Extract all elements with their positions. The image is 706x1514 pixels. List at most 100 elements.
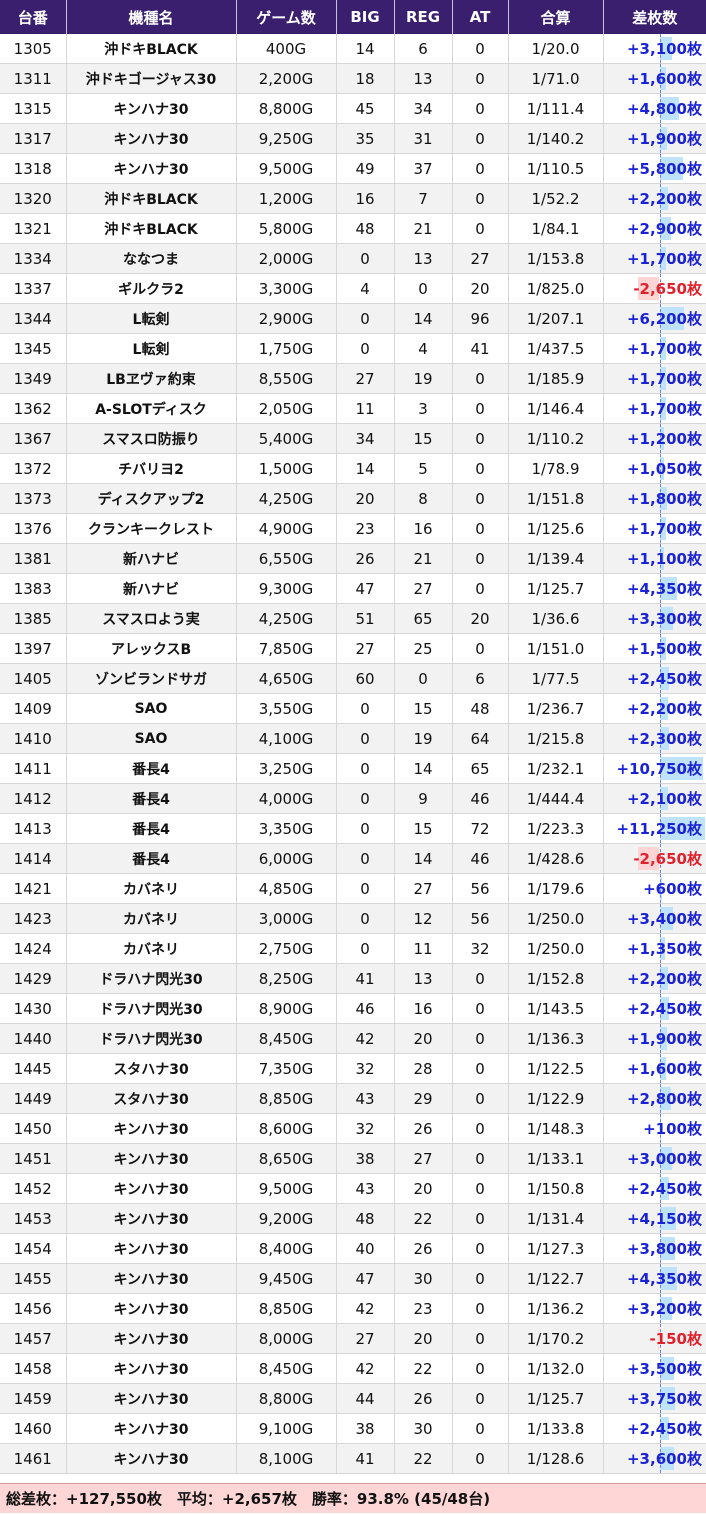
games-cell: 4,000G: [236, 783, 337, 814]
diff-cell: +3,800枚: [603, 1233, 706, 1264]
machine-no-cell: 1456: [0, 1293, 67, 1324]
machine-no-cell: 1411: [0, 753, 67, 784]
table-row: 1455 キンハナ30 9,450G 47 30 0 1/122.7 +4,350枚: [0, 1263, 706, 1294]
big-cell: 51: [336, 603, 395, 634]
games-cell: 4,900G: [236, 513, 337, 544]
machine-no-cell: 1450: [0, 1113, 67, 1144]
games-cell: 1,200G: [236, 183, 337, 214]
model-name-cell: キンハナ30: [66, 123, 237, 154]
reg-cell: 11: [394, 933, 453, 964]
diff-cell: +4,150枚: [603, 1203, 706, 1234]
reg-cell: 15: [394, 423, 453, 454]
combined-cell: 1/151.8: [508, 483, 604, 514]
machine-no-cell: 1385: [0, 603, 67, 634]
diff-cell: +3,400枚: [603, 903, 706, 934]
header-diff: 差枚数: [603, 0, 706, 34]
machine-no-cell: 1315: [0, 93, 67, 124]
games-cell: 8,450G: [236, 1023, 337, 1054]
model-name-cell: キンハナ30: [66, 1173, 237, 1204]
at-cell: 96: [452, 303, 509, 334]
at-cell: 41: [452, 333, 509, 364]
table-row: 1458 キンハナ30 8,450G 42 22 0 1/132.0 +3,500枚: [0, 1353, 706, 1384]
table-row: 1450 キンハナ30 8,600G 32 26 0 1/148.3 +100枚: [0, 1113, 706, 1144]
machine-no-cell: 1424: [0, 933, 67, 964]
games-cell: 1,750G: [236, 333, 337, 364]
machine-no-cell: 1459: [0, 1383, 67, 1414]
combined-cell: 1/36.6: [508, 603, 604, 634]
reg-cell: 30: [394, 1413, 453, 1444]
big-cell: 0: [336, 903, 395, 934]
reg-cell: 29: [394, 1083, 453, 1114]
reg-cell: 16: [394, 513, 453, 544]
combined-cell: 1/444.4: [508, 783, 604, 814]
machine-no-cell: 1440: [0, 1023, 67, 1054]
diff-cell: +1,700枚: [603, 513, 706, 544]
diff-cell: +1,050枚: [603, 453, 706, 484]
combined-cell: 1/127.3: [508, 1233, 604, 1264]
combined-cell: 1/125.7: [508, 1383, 604, 1414]
combined-cell: 1/133.1: [508, 1143, 604, 1174]
big-cell: 0: [336, 243, 395, 274]
reg-cell: 21: [394, 213, 453, 244]
diff-cell: +1,500枚: [603, 633, 706, 664]
machine-no-cell: 1458: [0, 1353, 67, 1384]
diff-value: +1,700枚: [626, 340, 702, 358]
combined-cell: 1/133.8: [508, 1413, 604, 1444]
at-cell: 0: [452, 93, 509, 124]
games-cell: 9,450G: [236, 1263, 337, 1294]
reg-cell: 14: [394, 303, 453, 334]
machine-no-cell: 1317: [0, 123, 67, 154]
games-cell: 8,850G: [236, 1293, 337, 1324]
big-cell: 0: [336, 333, 395, 364]
reg-cell: 7: [394, 183, 453, 214]
combined-cell: 1/52.2: [508, 183, 604, 214]
reg-cell: 27: [394, 873, 453, 904]
games-cell: 9,300G: [236, 573, 337, 604]
combined-cell: 1/122.9: [508, 1083, 604, 1114]
diff-value: +2,900枚: [626, 220, 702, 238]
at-cell: 0: [452, 153, 509, 184]
reg-cell: 9: [394, 783, 453, 814]
model-name-cell: スタハナ30: [66, 1083, 237, 1114]
model-name-cell: キンハナ30: [66, 1233, 237, 1264]
at-cell: 72: [452, 813, 509, 844]
diff-value: +2,200枚: [626, 700, 702, 718]
diff-cell: +5,800枚: [603, 153, 706, 184]
reg-cell: 27: [394, 1143, 453, 1174]
model-name-cell: 番長4: [66, 753, 237, 784]
machine-no-cell: 1429: [0, 963, 67, 994]
big-cell: 27: [336, 1323, 395, 1354]
games-cell: 4,250G: [236, 483, 337, 514]
combined-cell: 1/125.6: [508, 513, 604, 544]
diff-value: +3,500枚: [626, 1360, 702, 1378]
machine-no-cell: 1383: [0, 573, 67, 604]
model-name-cell: ドラハナ閃光30: [66, 963, 237, 994]
machine-no-cell: 1334: [0, 243, 67, 274]
table-row: 1461 キンハナ30 8,100G 41 22 0 1/128.6 +3,600枚: [0, 1443, 706, 1474]
machine-no-cell: 1430: [0, 993, 67, 1024]
reg-cell: 13: [394, 63, 453, 94]
table-row: 1345 L転剣 1,750G 0 4 41 1/437.5 +1,700枚: [0, 333, 706, 364]
at-cell: 0: [452, 543, 509, 574]
combined-cell: 1/78.9: [508, 453, 604, 484]
reg-cell: 13: [394, 243, 453, 274]
games-cell: 7,350G: [236, 1053, 337, 1084]
big-cell: 14: [336, 34, 395, 64]
diff-value: +4,350枚: [626, 1270, 702, 1288]
combined-cell: 1/215.8: [508, 723, 604, 754]
big-cell: 45: [336, 93, 395, 124]
table-row: 1409 SAO 3,550G 0 15 48 1/236.7 +2,200枚: [0, 693, 706, 724]
model-name-cell: SAO: [66, 723, 237, 754]
model-name-cell: SAO: [66, 693, 237, 724]
table-row: 1376 クランキークレスト 4,900G 23 16 0 1/125.6 +1,700枚: [0, 513, 706, 544]
reg-cell: 26: [394, 1113, 453, 1144]
reg-cell: 23: [394, 1293, 453, 1324]
machine-no-cell: 1454: [0, 1233, 67, 1264]
model-name-cell: 沖ドキゴージャス30: [66, 63, 237, 94]
at-cell: 0: [452, 1263, 509, 1294]
games-cell: 9,250G: [236, 123, 337, 154]
combined-cell: 1/110.2: [508, 423, 604, 454]
at-cell: 46: [452, 843, 509, 874]
diff-value: +2,450枚: [626, 670, 702, 688]
games-cell: 9,500G: [236, 1173, 337, 1204]
